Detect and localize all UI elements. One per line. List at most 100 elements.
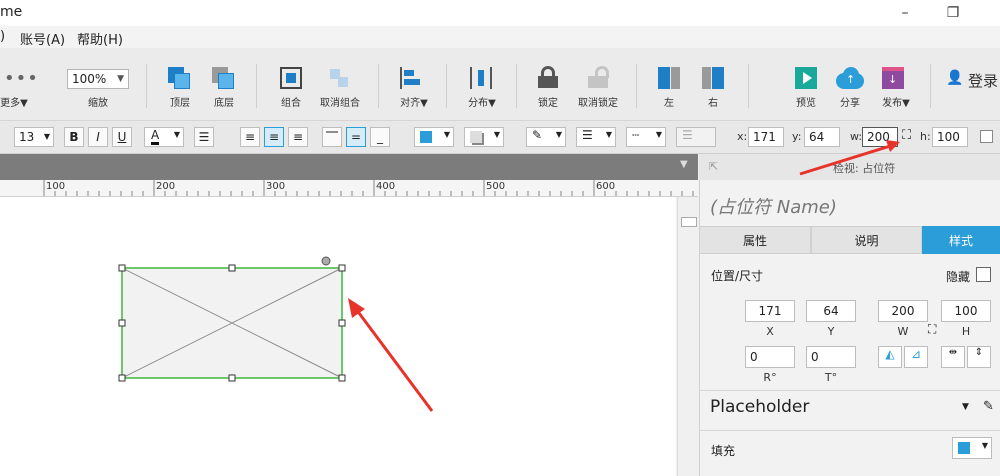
- tab-properties[interactable]: 属性: [699, 226, 811, 254]
- panel-w-field[interactable]: 200: [878, 300, 928, 322]
- line-style-select[interactable]: ┄ ▼: [626, 127, 666, 147]
- cloud-share-icon[interactable]: ↑: [836, 67, 864, 89]
- fill-color-picker[interactable]: ▼: [952, 437, 992, 459]
- toolbar-divider: [146, 64, 147, 108]
- font-size-select[interactable]: 13 ▼: [14, 127, 54, 147]
- panel-h-field[interactable]: 100: [941, 300, 991, 322]
- toolbar-divider: [636, 64, 637, 108]
- placeholder-widget[interactable]: [0, 197, 676, 476]
- fit-height-icon[interactable]: ⇕: [967, 346, 991, 368]
- line-color-select[interactable]: ✎ ▼: [526, 127, 566, 147]
- minimize-button[interactable]: –: [890, 2, 920, 24]
- arrow-style-select[interactable]: ☰: [676, 127, 716, 147]
- collapse-icon[interactable]: ⇱: [709, 160, 718, 173]
- chevron-down-icon[interactable]: ▼: [962, 402, 969, 412]
- chevron-down-icon: ▼: [173, 130, 180, 139]
- design-canvas[interactable]: [0, 197, 676, 476]
- panel-y-field[interactable]: 64: [806, 300, 856, 322]
- ruler-label: 100: [46, 181, 66, 192]
- shadow-select[interactable]: ▼: [464, 127, 504, 147]
- section-divider: [699, 390, 1000, 391]
- text-rotation-field[interactable]: 0: [806, 346, 856, 368]
- distribute-icon[interactable]: [470, 67, 492, 89]
- tab-notes[interactable]: 说明: [811, 226, 922, 254]
- play-icon[interactable]: [795, 67, 817, 89]
- underline-button[interactable]: U: [112, 127, 132, 147]
- bottom-layer-label[interactable]: 底层: [196, 94, 252, 109]
- bullet-list-icon[interactable]: ☰: [194, 127, 214, 147]
- chevron-down-icon: ▼: [605, 130, 612, 139]
- menu-item-account[interactable]: 账号(A): [20, 29, 65, 48]
- lock-icon[interactable]: [538, 66, 558, 88]
- menu-item-help[interactable]: 帮助(H): [77, 29, 123, 48]
- vertical-scrollbar[interactable]: [677, 197, 699, 476]
- panel-x-field[interactable]: 171: [745, 300, 795, 322]
- publish-icon[interactable]: ↓: [882, 67, 904, 89]
- align-top-icon[interactable]: ⎺: [322, 127, 342, 147]
- chevron-down-icon: ▼: [117, 74, 124, 84]
- edit-style-icon[interactable]: ✎: [983, 399, 994, 414]
- chevron-down-icon[interactable]: ▼: [680, 159, 688, 170]
- group-label[interactable]: 组合: [263, 94, 319, 109]
- fill-label: 填充: [711, 444, 736, 458]
- unlock-icon[interactable]: [588, 66, 609, 88]
- title-bar: me – ❐: [0, 0, 1000, 26]
- autofit-checkbox[interactable]: [980, 130, 993, 143]
- right-label[interactable]: 右: [685, 94, 741, 109]
- text-rotation-label: T°: [824, 371, 838, 384]
- shadow-icon: [470, 131, 482, 143]
- left-panel-icon[interactable]: [658, 67, 680, 89]
- ungroup-icon[interactable]: [328, 67, 350, 89]
- x-field[interactable]: 171: [748, 127, 784, 147]
- align-right-text-icon[interactable]: ≡: [288, 127, 308, 147]
- flip-horizontal-icon[interactable]: ◭: [878, 346, 902, 368]
- align-label[interactable]: 对齐▼: [386, 94, 442, 109]
- chevron-down-icon: ▼: [655, 130, 662, 139]
- zoom-value: 100%: [72, 72, 107, 86]
- menu-item-fragment[interactable]: ): [0, 29, 5, 44]
- toolbar-divider: [516, 64, 517, 108]
- hide-checkbox[interactable]: [976, 267, 991, 282]
- lock-label[interactable]: 锁定: [520, 94, 576, 109]
- distribute-label[interactable]: 分布▼: [454, 94, 510, 109]
- align-center-text-icon[interactable]: ≡: [264, 127, 284, 147]
- dashed-line-icon: ┄: [632, 128, 640, 142]
- italic-button[interactable]: I: [88, 127, 108, 147]
- align-middle-icon[interactable]: =: [346, 127, 366, 147]
- widget-style-name: Placeholder: [710, 397, 810, 417]
- align-left-icon[interactable]: [400, 67, 422, 89]
- rotation-field[interactable]: 0: [745, 346, 795, 368]
- group-icon[interactable]: [280, 67, 302, 89]
- h-label: h:: [920, 130, 931, 143]
- font-color-select[interactable]: A ▼: [144, 127, 184, 147]
- chevron-down-icon: ▼: [493, 130, 500, 139]
- fill-color-select[interactable]: ▼: [414, 127, 454, 147]
- link-ratio-icon[interactable]: ⛶: [928, 322, 936, 337]
- toolbar-divider: [446, 64, 447, 108]
- more-button-label[interactable]: 更多▼: [0, 94, 42, 109]
- more-icon[interactable]: •••: [4, 68, 39, 89]
- line-width-select[interactable]: ☰ ▼: [576, 127, 616, 147]
- unlock-label[interactable]: 取消锁定: [570, 94, 626, 109]
- bold-button[interactable]: B: [64, 127, 84, 147]
- chevron-down-icon: ▼: [443, 130, 450, 139]
- flip-vertical-icon[interactable]: ⊿: [904, 346, 928, 368]
- right-panel-icon[interactable]: [702, 67, 724, 89]
- align-left-text-icon[interactable]: ≡: [240, 127, 260, 147]
- tab-style[interactable]: 样式: [922, 226, 1000, 254]
- fit-width-icon[interactable]: ⇹: [941, 346, 965, 368]
- h-field[interactable]: 100: [932, 127, 968, 147]
- ungroup-label[interactable]: 取消组合: [312, 94, 368, 109]
- publish-label[interactable]: 发布▼: [868, 94, 924, 109]
- arrow-style-icon: ☰: [682, 128, 693, 142]
- scroll-thumb[interactable]: [681, 217, 697, 227]
- pen-icon: ✎: [532, 128, 543, 142]
- fill-swatch: [420, 131, 432, 143]
- toolbar-divider: [256, 64, 257, 108]
- zoom-select[interactable]: 100% ▼: [67, 69, 129, 89]
- restore-button[interactable]: ❐: [938, 2, 968, 24]
- login-button[interactable]: 登录: [968, 70, 998, 91]
- align-bottom-icon[interactable]: _: [370, 127, 390, 147]
- widget-name-field[interactable]: (占位符 Name): [710, 193, 837, 219]
- ruler-label: 300: [266, 181, 286, 192]
